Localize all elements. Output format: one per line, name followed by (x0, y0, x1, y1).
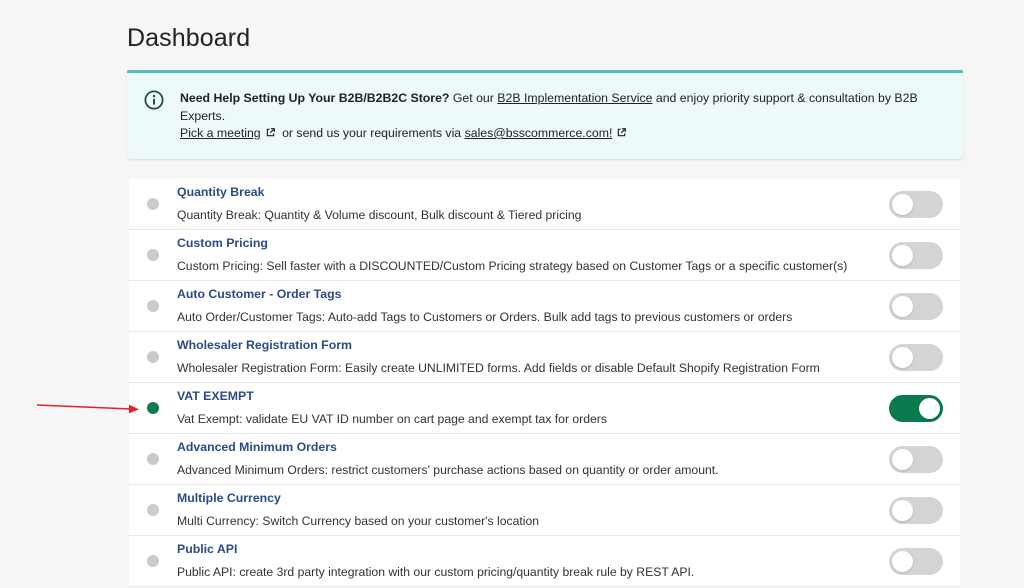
status-dot (147, 300, 159, 312)
status-dot (147, 249, 159, 261)
pick-meeting-link[interactable]: Pick a meeting (180, 126, 261, 140)
feature-title[interactable]: Custom Pricing (177, 236, 268, 250)
external-link-icon (266, 128, 275, 137)
feature-title[interactable]: Advanced Minimum Orders (177, 440, 337, 454)
toggle-knob (892, 245, 913, 266)
page-title: Dashboard (127, 24, 251, 52)
toggle-knob (919, 398, 940, 419)
feature-description: Advanced Minimum Orders: restrict custom… (177, 463, 719, 477)
feature-toggle[interactable] (889, 242, 943, 269)
feature-title[interactable]: Quantity Break (177, 185, 264, 199)
feature-title[interactable]: Wholesaler Registration Form (177, 338, 352, 352)
banner-text: Need Help Setting Up Your B2B/B2B2C Stor… (180, 90, 950, 143)
feature-row: Public API Public API: create 3rd party … (129, 536, 960, 587)
toggle-knob (892, 449, 913, 470)
feature-title[interactable]: VAT EXEMPT (177, 389, 254, 403)
feature-description: Vat Exempt: validate EU VAT ID number on… (177, 412, 607, 426)
feature-title[interactable]: Multiple Currency (177, 491, 281, 505)
feature-row: Wholesaler Registration Form Wholesaler … (129, 332, 960, 383)
feature-description: Quantity Break: Quantity & Volume discou… (177, 208, 582, 222)
status-dot (147, 351, 159, 363)
banner-text-get-our: Get our (449, 91, 498, 105)
feature-row: Custom Pricing Custom Pricing: Sell fast… (129, 230, 960, 281)
status-dot (147, 504, 159, 516)
toggle-knob (892, 347, 913, 368)
help-banner: Need Help Setting Up Your B2B/B2B2C Stor… (127, 70, 963, 159)
feature-row: Auto Customer - Order Tags Auto Order/Cu… (129, 281, 960, 332)
feature-toggle[interactable] (889, 548, 943, 575)
feature-toggle[interactable] (889, 395, 943, 422)
feature-description: Multi Currency: Switch Currency based on… (177, 514, 540, 528)
implementation-service-link[interactable]: B2B Implementation Service (497, 91, 652, 105)
status-dot (147, 453, 159, 465)
feature-toggle[interactable] (889, 191, 943, 218)
banner-text-send: or send us your requirements via (278, 126, 465, 140)
feature-title[interactable]: Public API (177, 542, 237, 556)
red-arrow-icon (36, 404, 139, 414)
toggle-knob (892, 500, 913, 521)
feature-row: Multiple Currency Multi Currency: Switch… (129, 485, 960, 536)
feature-description: Custom Pricing: Sell faster with a DISCO… (177, 259, 848, 273)
feature-row: Quantity Break Quantity Break: Quantity … (129, 179, 960, 230)
feature-row: VAT EXEMPT Vat Exempt: validate EU VAT I… (129, 383, 960, 434)
status-dot (147, 198, 159, 210)
feature-toggle[interactable] (889, 446, 943, 473)
info-circle-icon (144, 90, 164, 110)
feature-description: Public API: create 3rd party integration… (177, 565, 695, 579)
feature-toggle[interactable] (889, 344, 943, 371)
feature-title[interactable]: Auto Customer - Order Tags (177, 287, 341, 301)
feature-description: Auto Order/Customer Tags: Auto-add Tags … (177, 310, 793, 324)
toggle-knob (892, 296, 913, 317)
feature-description: Wholesaler Registration Form: Easily cre… (177, 361, 820, 375)
toggle-knob (892, 194, 913, 215)
sales-email-link[interactable]: sales@bsscommerce.com! (465, 126, 613, 140)
feature-toggle[interactable] (889, 293, 943, 320)
toggle-knob (892, 551, 913, 572)
feature-toggle[interactable] (889, 497, 943, 524)
banner-heading: Need Help Setting Up Your B2B/B2B2C Stor… (180, 91, 450, 105)
dashboard-page: Dashboard Need Help Setting Up Your B2B/… (0, 0, 1024, 588)
feature-row: Advanced Minimum Orders Advanced Minimum… (129, 434, 960, 485)
external-link-icon (618, 128, 627, 137)
status-dot (147, 555, 159, 567)
feature-list: Quantity Break Quantity Break: Quantity … (129, 179, 960, 587)
status-dot (147, 402, 159, 414)
